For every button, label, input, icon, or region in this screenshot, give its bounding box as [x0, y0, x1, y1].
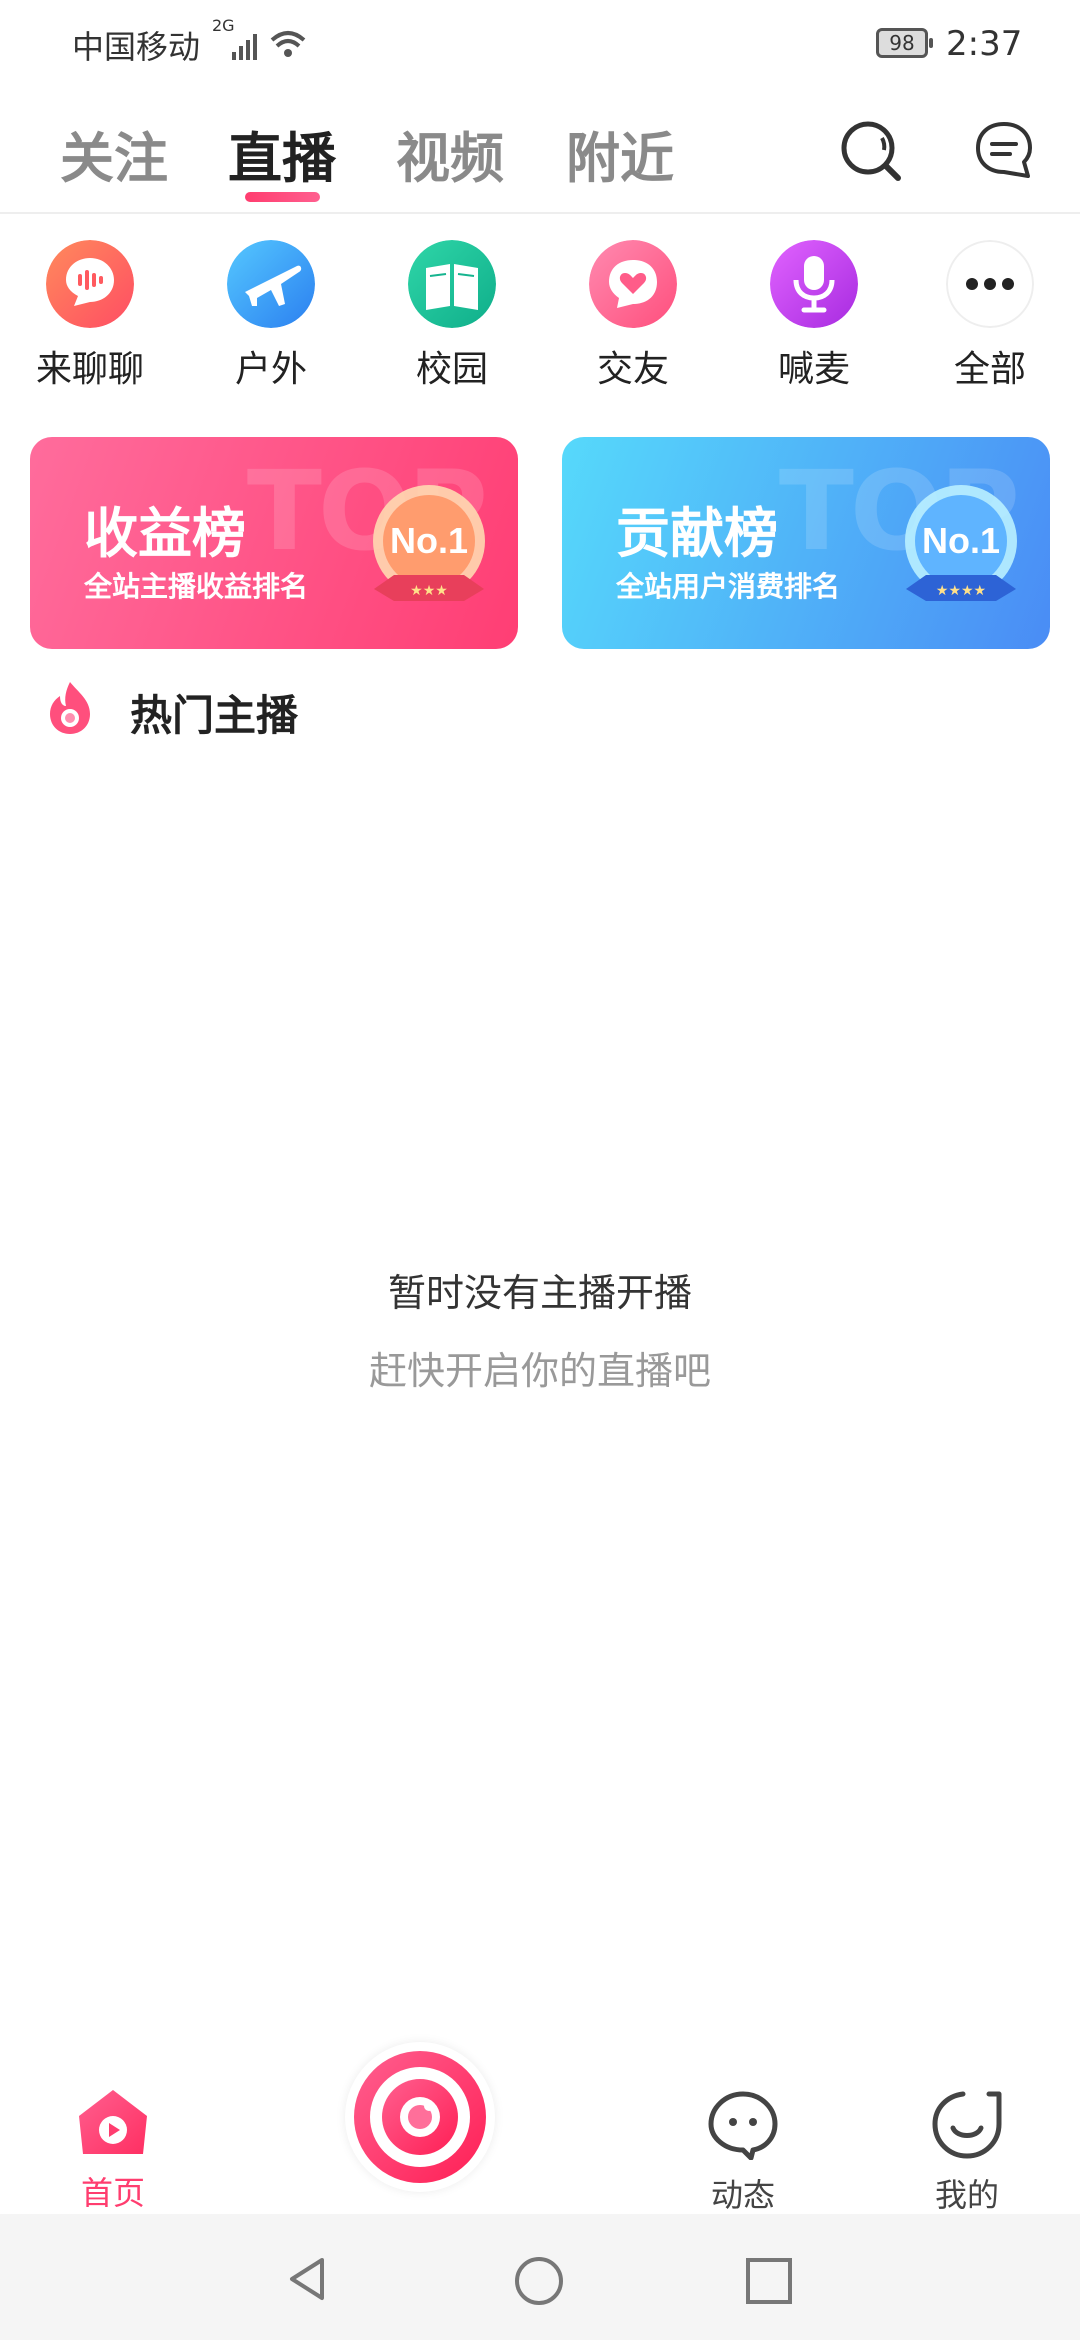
search-icon[interactable]	[838, 118, 902, 182]
chat-voice-icon	[46, 240, 134, 328]
more-icon	[946, 240, 1034, 328]
category-dating[interactable]: 交友	[558, 240, 708, 392]
category-label: 全部	[953, 349, 1026, 390]
tab-label: 首页	[80, 2174, 145, 2212]
banner-subtitle: 全站用户消费排名	[616, 570, 841, 603]
medal-badge-text: No.1	[390, 520, 468, 561]
home-icon[interactable]	[512, 2254, 566, 2308]
battery-level: 98	[889, 31, 915, 55]
banner-title: 贡献榜	[616, 502, 778, 565]
tab-home[interactable]: 首页	[38, 2086, 188, 2214]
category-label: 交友	[596, 349, 669, 390]
tab-feed[interactable]: 动态	[668, 2088, 818, 2216]
bottom-tab-bar: 首页 动态 我的	[0, 2030, 1080, 2214]
clock: 2:37	[946, 24, 1023, 64]
tab-me[interactable]: 我的	[892, 2088, 1042, 2216]
svg-text:★★★★: ★★★★	[936, 583, 986, 599]
category-row: 来聊聊 户外 校园 交友 喊麦 全部	[0, 240, 1080, 390]
section-title: 热门主播	[130, 691, 299, 740]
home-play-icon	[79, 2090, 147, 2154]
category-chat[interactable]: 来聊聊	[15, 240, 165, 392]
tab-live[interactable]: 直播	[228, 114, 336, 193]
category-mic[interactable]: 喊麦	[739, 240, 889, 392]
signal-icon	[232, 31, 306, 60]
ghost-chat-icon	[708, 2091, 778, 2161]
category-label: 户外	[234, 349, 307, 390]
go-live-button[interactable]	[345, 2042, 495, 2192]
message-icon[interactable]	[972, 118, 1036, 182]
system-nav-bar	[0, 2214, 1080, 2340]
banner-subtitle: 全站主播收益排名	[84, 570, 309, 603]
active-tab-indicator	[245, 192, 320, 202]
battery-icon: 98	[876, 28, 933, 58]
tab-label: 我的	[934, 2176, 999, 2214]
empty-state-subtitle: 赶快开启你的直播吧	[368, 1349, 711, 1393]
recents-icon[interactable]	[744, 2256, 794, 2306]
back-icon[interactable]	[282, 2254, 332, 2304]
income-rank-banner[interactable]: TOP 收益榜 全站主播收益排名 No.1 ★★★	[30, 437, 518, 649]
category-label: 校园	[415, 349, 488, 390]
flame-icon	[50, 682, 90, 734]
status-bar: 中国移动 2G 98 2:37	[0, 0, 1080, 90]
tab-nearby[interactable]: 附近	[566, 114, 674, 193]
microphone-icon	[770, 240, 858, 328]
banner-title: 收益榜	[84, 502, 246, 565]
heart-chat-icon	[589, 240, 677, 328]
smile-face-icon	[932, 2091, 1002, 2159]
contribution-rank-banner[interactable]: TOP 贡献榜 全站用户消费排名 No.1 ★★★★	[562, 437, 1050, 649]
top-nav: 关注 直播 视频 附近	[0, 100, 1080, 214]
medal-icon: No.1 ★★★	[373, 485, 485, 601]
book-icon	[408, 240, 496, 328]
camera-record-icon	[354, 2051, 486, 2183]
svg-text:★★★: ★★★	[410, 583, 448, 599]
category-label: 喊麦	[777, 349, 850, 390]
medal-icon: No.1 ★★★★	[905, 485, 1017, 601]
carrier-label: 中国移动	[72, 28, 201, 66]
tab-follow[interactable]: 关注	[60, 114, 168, 193]
tab-video[interactable]: 视频	[396, 114, 504, 193]
tab-label: 动态	[710, 2176, 775, 2214]
category-all[interactable]: 全部	[915, 240, 1065, 392]
medal-badge-text: No.1	[922, 520, 1000, 561]
category-label: 来聊聊	[35, 349, 144, 390]
category-outdoor[interactable]: 户外	[196, 240, 346, 392]
category-campus[interactable]: 校园	[377, 240, 527, 392]
airplane-icon	[227, 240, 315, 328]
empty-state-title: 暂时没有主播开播	[387, 1271, 692, 1315]
